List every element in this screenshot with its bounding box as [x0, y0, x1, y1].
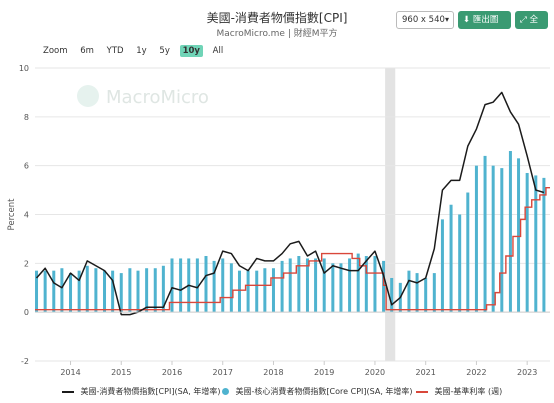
y-tick-label: 10	[19, 64, 29, 73]
x-tick-label: 2022	[466, 368, 486, 377]
core-cpi-bar	[305, 258, 309, 313]
y-tick-label: 6	[24, 162, 29, 171]
x-tick-label: 2015	[111, 368, 131, 377]
range-zoom-label: Zoom	[43, 46, 68, 56]
expand-icon: ⤢	[520, 15, 527, 25]
core-cpi-bar	[458, 214, 462, 313]
core-cpi-bar	[508, 151, 512, 313]
core-cpi-bar	[94, 268, 98, 313]
range-10y-button[interactable]: 10y	[179, 45, 203, 57]
x-tick-label: 2023	[517, 368, 537, 377]
fullscreen-button[interactable]: ⤢ 全螢	[515, 11, 548, 43]
core-cpi-bar	[52, 270, 56, 313]
core-cpi-bar	[153, 268, 157, 313]
chart-plot: -2 0 2 4 6 8 10 Percent 2014 2015 2016 2017 2018 2019…	[7, 64, 550, 377]
core-cpi-bar	[449, 204, 453, 313]
watermark-text: MacroMicro	[106, 87, 209, 108]
core-cpi-bar	[280, 260, 284, 313]
core-cpi-bar	[221, 258, 225, 313]
size-select-value: 960 x 540	[402, 15, 445, 25]
core-cpi-bar	[43, 270, 47, 313]
range-6m-button[interactable]: 6m	[77, 45, 97, 57]
core-cpi-bar	[103, 270, 107, 313]
core-cpi-bar	[204, 256, 208, 313]
chevron-down-icon: ▾	[444, 15, 449, 24]
legend-item-core[interactable]: 美國-核心消費者物價指數[Core CPI](SA, 年增率)	[222, 386, 413, 397]
core-cpi-bar	[390, 277, 394, 313]
core-cpi-bar	[542, 177, 546, 313]
download-icon: ⬇	[463, 15, 471, 25]
core-cpi-bar	[424, 277, 428, 313]
legend-core-label: 美國-核心消費者物價指數[Core CPI](SA, 年增率)	[235, 387, 413, 396]
core-cpi-bar	[60, 268, 64, 313]
core-cpi-bar	[339, 263, 343, 313]
range-1y-button[interactable]: 1y	[133, 45, 149, 57]
core-cpi-bar	[111, 270, 115, 313]
watermark-logo	[77, 85, 99, 107]
core-cpi-bar	[373, 256, 377, 313]
y-axis-label: Percent	[7, 198, 17, 231]
core-cpi-bar	[483, 155, 487, 313]
y-tick-label: -2	[21, 357, 29, 366]
range-ytd-button[interactable]: YTD	[104, 45, 127, 57]
x-tick-label: 2014	[60, 368, 80, 377]
y-tick-label: 8	[24, 113, 29, 122]
core-cpi-bar	[128, 268, 132, 313]
x-tick-label: 2021	[416, 368, 436, 377]
core-cpi-bar	[525, 172, 529, 313]
size-select[interactable]: 960 x 540 ▾	[396, 11, 454, 29]
core-cpi-bar	[263, 268, 267, 313]
core-cpi-bar	[466, 192, 470, 313]
x-tick-label: 2019	[314, 368, 334, 377]
core-cpi-bar	[237, 270, 241, 313]
y-tick-label: 4	[24, 211, 29, 220]
y-tick-label: 0	[24, 308, 29, 317]
core-cpi-bar	[297, 256, 301, 313]
legend-item-cpi[interactable]: 美國-消費者物價指數[CPI](SA, 年增率)	[62, 386, 220, 397]
core-cpi-bar	[407, 270, 411, 313]
x-tick-label: 2020	[365, 368, 385, 377]
core-cpi-bar	[500, 168, 504, 313]
core-cpi-bar	[382, 260, 386, 313]
core-cpi-bar	[271, 268, 275, 313]
core-cpi-bar	[255, 270, 259, 313]
x-tick-label: 2016	[162, 368, 182, 377]
core-cpi-bar	[364, 256, 368, 313]
core-cpi-bar	[314, 258, 318, 313]
export-image-button[interactable]: ⬇ 匯出圖片	[458, 11, 511, 43]
core-cpi-bar	[348, 258, 352, 313]
core-cpi-bar	[491, 165, 495, 313]
legend-cpi-swatch	[62, 390, 74, 393]
core-cpi-bar	[322, 258, 326, 313]
core-cpi-bar	[415, 273, 419, 313]
range-selector: Zoom 6m YTD 1y 5y 10y All	[40, 45, 230, 57]
core-cpi-bar	[474, 165, 478, 313]
legend-item-rate[interactable]: 美國-基準利率 (週)	[416, 386, 502, 397]
core-cpi-bar	[170, 258, 174, 313]
x-tick-label: 2018	[263, 368, 283, 377]
legend-cpi-label: 美國-消費者物價指數[CPI](SA, 年增率)	[80, 387, 221, 396]
core-cpi-bar	[534, 175, 538, 313]
core-cpi-bar	[288, 258, 292, 313]
core-cpi-bar	[432, 273, 436, 313]
core-cpi-bar	[136, 270, 140, 313]
x-tick-label: 2017	[213, 368, 233, 377]
core-cpi-bar	[331, 263, 335, 313]
legend-core-swatch	[222, 388, 229, 395]
core-cpi-bar	[179, 258, 183, 313]
core-cpi-bar	[145, 268, 149, 313]
core-cpi-bar	[69, 273, 73, 313]
legend-rate-swatch	[416, 390, 428, 393]
core-cpi-bar	[85, 265, 89, 313]
core-cpi-bar	[246, 270, 250, 313]
y-tick-label: 2	[24, 259, 29, 268]
legend-rate-label: 美國-基準利率 (週)	[434, 387, 503, 396]
range-5y-button[interactable]: 5y	[156, 45, 172, 57]
core-cpi-bar	[119, 273, 123, 313]
range-all-button[interactable]: All	[210, 45, 227, 57]
core-cpi-bar	[440, 219, 444, 313]
core-cpi-bar	[229, 263, 233, 313]
core-cpi-bar	[517, 158, 521, 313]
